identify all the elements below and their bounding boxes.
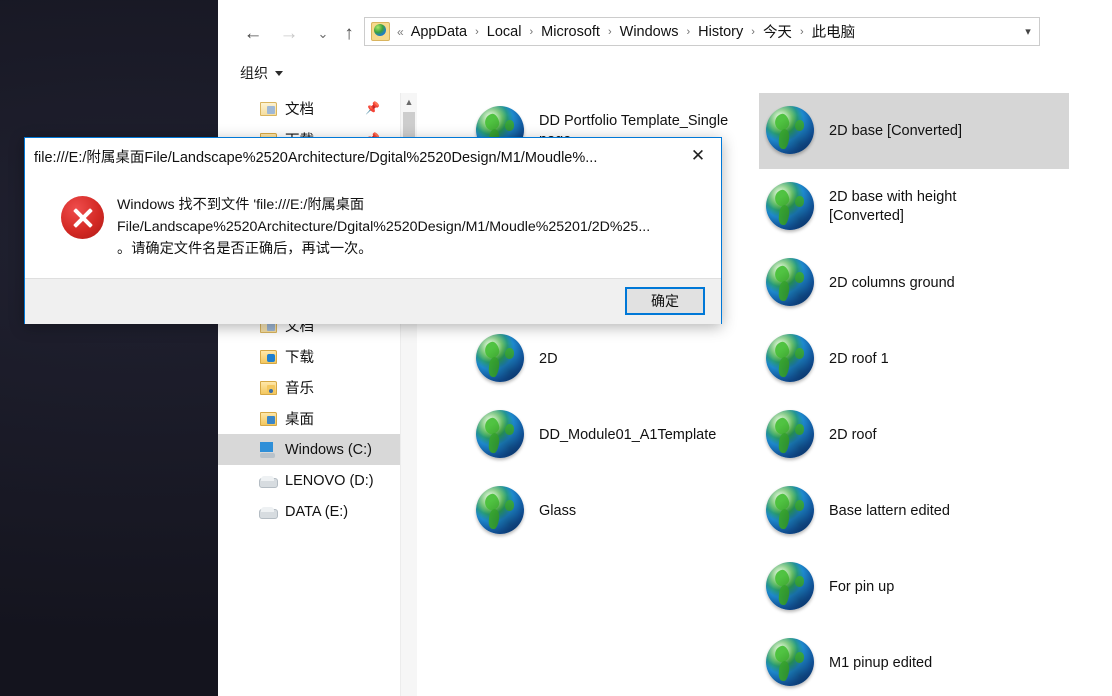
drive-icon <box>258 503 278 521</box>
sidebar-item[interactable]: DATA (E:) <box>218 496 400 527</box>
file-item-label: 2D roof <box>829 426 877 443</box>
command-toolbar: 组织 <box>218 54 1112 94</box>
file-item-label: M1 pinup edited <box>829 654 933 671</box>
scroll-up-icon[interactable]: ▲ <box>401 93 417 110</box>
file-item[interactable]: 2D roof 1 <box>759 321 1069 397</box>
file-item-label: 2D columns ground <box>829 274 955 291</box>
file-explorer-window: ← → ⌄ ↑ « AppData › Local › Microsoft › … <box>218 0 1112 696</box>
file-item[interactable]: 2D roof <box>759 397 1069 473</box>
sidebar-item[interactable]: 音乐 <box>218 372 400 403</box>
drive-icon <box>258 472 278 490</box>
address-bar[interactable]: « AppData › Local › Microsoft › Windows … <box>364 17 1040 46</box>
file-item-label: 2D base with height [Converted] <box>829 189 957 224</box>
sidebar-item[interactable]: 桌面 <box>218 403 400 434</box>
sidebar-item-label: Windows (C:) <box>285 441 373 458</box>
dialog-message: Windows 找不到文件 'file:///E:/附属桌面 File/Land… <box>117 197 651 257</box>
globe-html-icon <box>763 560 817 614</box>
file-item-label: DD_Module01_A1Template <box>539 426 717 443</box>
breadcrumb-item-this-pc[interactable]: 此电脑 <box>809 19 859 44</box>
windows-drive-icon <box>258 441 278 459</box>
breadcrumb-overflow[interactable]: « <box>393 25 408 39</box>
breadcrumb-chevron[interactable]: › <box>603 26 617 38</box>
organize-button[interactable]: 组织 <box>240 62 283 84</box>
file-item-label: Glass <box>539 502 577 519</box>
file-item[interactable]: DD_Module01_A1Template <box>469 397 779 473</box>
dialog-body: Windows 找不到文件 'file:///E:/附属桌面 File/Land… <box>25 174 721 278</box>
ok-button[interactable]: 确定 <box>625 287 705 315</box>
globe-html-icon <box>473 408 527 462</box>
breadcrumb-chevron[interactable]: › <box>470 26 484 38</box>
sidebar-item-label: 音乐 <box>285 381 314 397</box>
pin-icon[interactable]: 📌 <box>365 101 380 115</box>
breadcrumb-chevron[interactable]: › <box>795 26 809 38</box>
sidebar-item[interactable]: Windows (C:) <box>218 434 400 465</box>
breadcrumb-item-windows[interactable]: Windows <box>617 22 682 42</box>
sidebar-item[interactable]: LENOVO (D:) <box>218 465 400 496</box>
documents-folder-icon <box>258 100 278 118</box>
chevron-down-icon[interactable]: ▾ <box>1017 25 1039 38</box>
file-item-label: Base lattern edited <box>829 502 950 519</box>
downloads-folder-icon <box>258 348 278 366</box>
recent-locations-button[interactable]: ⌄ <box>310 20 336 46</box>
sidebar-item-label: DATA (E:) <box>285 503 349 520</box>
up-button[interactable]: ↑ <box>336 20 362 46</box>
desktop-folder-icon <box>258 410 278 428</box>
breadcrumb-item-today[interactable]: 今天 <box>760 19 795 44</box>
globe-html-icon <box>473 332 527 386</box>
sidebar-item[interactable]: 文档 📌 <box>218 93 400 124</box>
breadcrumb-item-microsoft[interactable]: Microsoft <box>538 22 603 42</box>
globe-html-icon <box>763 256 817 310</box>
sidebar-item-label: 桌面 <box>285 412 314 428</box>
file-column-right: 2D base [Converted] 2D base with height [… <box>759 93 1069 696</box>
breadcrumb-chevron[interactable]: › <box>746 26 760 38</box>
file-item[interactable]: For pin up <box>759 549 1069 625</box>
error-dialog[interactable]: file:///E:/附属桌面File/Landscape%2520Archit… <box>24 137 722 324</box>
globe-html-icon <box>763 636 817 690</box>
file-item[interactable]: 2D base [Converted] <box>759 93 1069 169</box>
file-item[interactable]: 2D base with height [Converted] <box>759 169 1069 245</box>
file-item-label: For pin up <box>829 578 895 595</box>
breadcrumb-item-appdata[interactable]: AppData <box>408 22 470 42</box>
file-item-label: 2D roof 1 <box>829 350 889 367</box>
window-title-bar-sliver <box>218 0 1112 12</box>
dialog-title-text: file:///E:/附属桌面File/Landscape%2520Archit… <box>34 149 598 166</box>
globe-html-icon <box>763 332 817 386</box>
file-item[interactable]: Base lattern edited <box>759 473 1069 549</box>
globe-html-icon <box>763 104 817 158</box>
globe-html-icon <box>473 484 527 538</box>
breadcrumb-chevron[interactable]: › <box>681 26 695 38</box>
music-folder-icon <box>258 379 278 397</box>
forward-button[interactable]: → <box>276 20 302 46</box>
globe-html-icon <box>763 180 817 234</box>
dialog-title-bar[interactable]: file:///E:/附属桌面File/Landscape%2520Archit… <box>25 138 721 174</box>
file-item[interactable]: 2D columns ground <box>759 245 1069 321</box>
back-button[interactable]: ← <box>240 20 266 46</box>
sidebar-item-label: 下载 <box>285 350 314 366</box>
organize-label: 组织 <box>240 65 268 81</box>
file-item[interactable]: Glass <box>469 473 779 549</box>
file-item[interactable]: M1 pinup edited <box>759 625 1069 696</box>
globe-folder-icon <box>371 22 390 41</box>
breadcrumb-item-history[interactable]: History <box>695 22 746 42</box>
breadcrumb-chevron[interactable]: › <box>524 26 538 38</box>
file-item[interactable]: 2D <box>469 321 779 397</box>
dialog-footer: 确定 <box>25 278 721 324</box>
globe-html-icon <box>763 484 817 538</box>
globe-html-icon <box>763 408 817 462</box>
caret-down-icon <box>275 70 283 76</box>
sidebar-item-label: LENOVO (D:) <box>285 472 374 489</box>
sidebar-item-label: 文档 <box>285 102 314 118</box>
address-bar-row: ← → ⌄ ↑ « AppData › Local › Microsoft › … <box>218 12 1112 54</box>
file-item-label: 2D <box>539 350 558 367</box>
file-item-label: 2D base [Converted] <box>829 122 962 139</box>
sidebar-item[interactable]: 下载 <box>218 341 400 372</box>
error-cross-icon <box>61 196 104 239</box>
close-icon[interactable]: ✕ <box>675 138 721 173</box>
breadcrumb-item-local[interactable]: Local <box>484 22 525 42</box>
